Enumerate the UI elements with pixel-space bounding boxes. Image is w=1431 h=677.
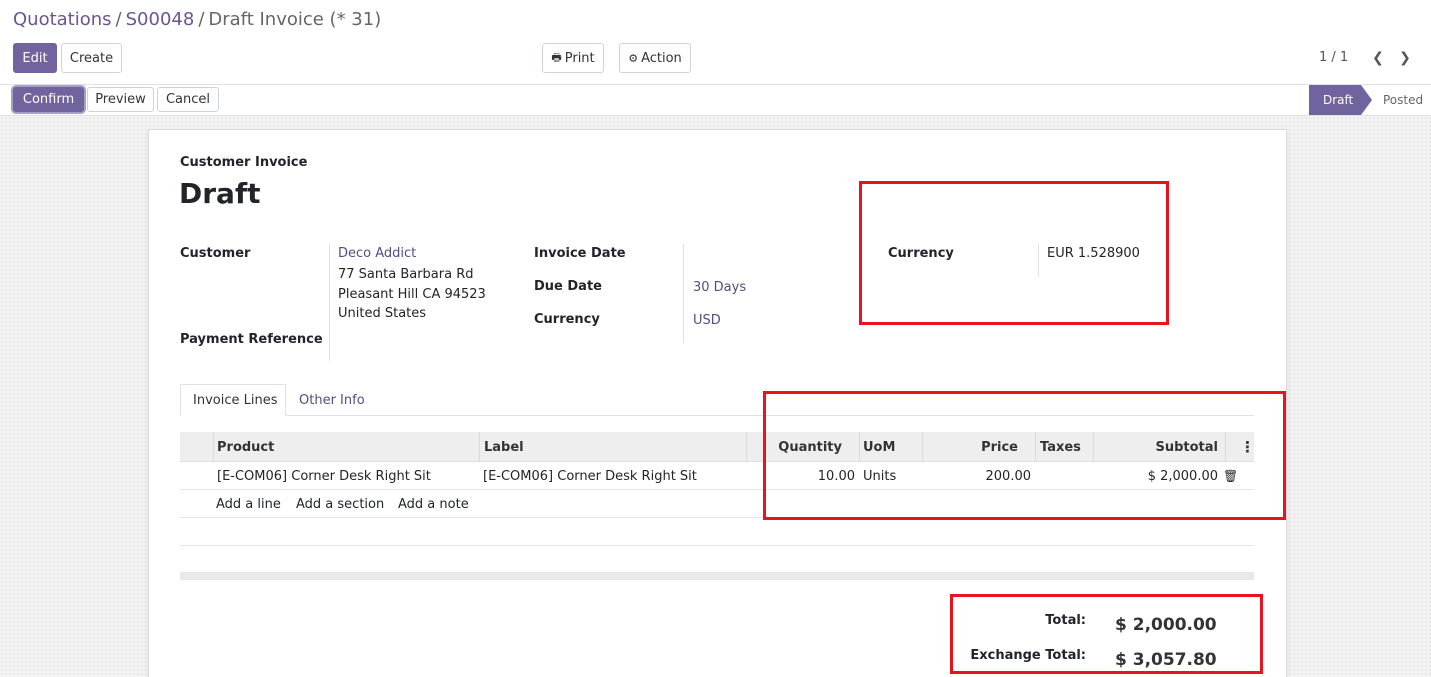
- lines-table-header: Product Label Quantity UoM Price Taxes S…: [180, 432, 1255, 462]
- field-divider: [329, 244, 330, 361]
- preview-button[interactable]: Preview: [87, 87, 154, 112]
- breadcrumb-order[interactable]: S00048: [126, 9, 195, 30]
- add-note-link[interactable]: Add a note: [398, 490, 469, 518]
- pager-next-icon[interactable]: ❯: [1396, 47, 1414, 69]
- rate-currency-value: EUR 1.528900: [1047, 246, 1140, 261]
- line-subtotal: $ 2,000.00: [1147, 468, 1218, 484]
- customer-label: Customer: [180, 246, 251, 261]
- column-separator: [1035, 432, 1036, 462]
- status-bar: Confirm Preview Cancel Draft Posted: [0, 85, 1431, 116]
- pager-previous-icon[interactable]: ❮: [1369, 47, 1387, 69]
- add-section-link[interactable]: Add a section: [296, 490, 384, 518]
- tab-other-info[interactable]: Other Info: [287, 384, 377, 416]
- exchange-total-value: $ 3,057.80: [1115, 650, 1217, 670]
- column-taxes[interactable]: Taxes: [1040, 432, 1081, 462]
- column-separator: [1225, 432, 1226, 462]
- line-price[interactable]: 200.00: [922, 462, 1032, 490]
- total-value: $ 2,000.00: [1115, 615, 1217, 635]
- column-label[interactable]: Label: [484, 432, 524, 462]
- trash-icon[interactable]: 🗑: [1223, 462, 1238, 490]
- due-date-label: Due Date: [534, 279, 602, 294]
- stage-draft[interactable]: Draft: [1309, 85, 1372, 115]
- address-line: United States: [338, 306, 427, 321]
- address-line: 77 Santa Barbara Rd: [338, 267, 474, 282]
- column-separator: [213, 432, 214, 462]
- invoice-date-field[interactable]: [692, 243, 842, 265]
- address-line: Pleasant Hill CA 94523: [338, 287, 486, 302]
- invoice-type: Customer Invoice: [180, 155, 308, 170]
- add-line-link[interactable]: Add a line: [216, 490, 281, 518]
- print-label: Print: [564, 50, 595, 66]
- rate-currency-label: Currency: [888, 246, 954, 261]
- print-button[interactable]: 🖶 Print: [542, 43, 604, 73]
- tab-invoice-lines[interactable]: Invoice Lines: [180, 384, 286, 416]
- total-label: Total:: [1045, 613, 1086, 628]
- column-subtotal[interactable]: Subtotal: [1093, 432, 1218, 462]
- payment-reference-label: Payment Reference: [180, 332, 323, 347]
- stage-posted[interactable]: Posted: [1383, 85, 1423, 115]
- action-button[interactable]: ⚙ Action: [619, 43, 691, 73]
- payment-reference-field[interactable]: [338, 328, 518, 352]
- breadcrumb: Quotations / S00048/Draft Invoice (* 31): [13, 9, 381, 30]
- line-product[interactable]: [E-COM06] Corner Desk Right Sit: [217, 462, 431, 490]
- gear-icon: ⚙: [628, 51, 639, 65]
- create-button[interactable]: Create: [61, 43, 122, 73]
- column-separator: [859, 432, 860, 462]
- edit-button[interactable]: Edit: [13, 43, 57, 73]
- exchange-total-label: Exchange Total:: [970, 648, 1086, 663]
- line-quantity[interactable]: 10.00: [746, 462, 855, 490]
- field-divider: [683, 244, 684, 343]
- confirm-button[interactable]: Confirm: [13, 87, 84, 112]
- line-label[interactable]: [E-COM06] Corner Desk Right Sit: [483, 462, 697, 490]
- line-uom[interactable]: Units: [863, 462, 896, 490]
- due-date-value[interactable]: 30 Days: [693, 280, 746, 295]
- field-divider: [1038, 244, 1039, 277]
- print-icon: 🖶: [551, 50, 562, 64]
- column-quantity[interactable]: Quantity: [746, 432, 842, 462]
- action-label: Action: [641, 50, 682, 66]
- currency-label: Currency: [534, 312, 600, 327]
- breadcrumb-separator: /: [198, 9, 205, 30]
- pager-value[interactable]: 1 / 1: [1319, 50, 1348, 65]
- currency-value[interactable]: USD: [693, 313, 721, 328]
- empty-row: [180, 518, 1254, 546]
- breadcrumb-separator: /: [115, 9, 122, 30]
- column-uom[interactable]: UoM: [863, 432, 895, 462]
- column-separator: [479, 432, 480, 462]
- add-line-row: Add a line Add a section Add a note: [180, 490, 1254, 518]
- invoice-date-label: Invoice Date: [534, 246, 626, 261]
- column-price[interactable]: Price: [922, 432, 1018, 462]
- optional-columns-icon[interactable]: ⋮: [1240, 432, 1255, 462]
- breadcrumb-current: Draft Invoice (* 31): [208, 9, 382, 30]
- control-panel: Quotations / S00048/Draft Invoice (* 31) E…: [0, 0, 1431, 85]
- column-product[interactable]: Product: [217, 432, 274, 462]
- table-row[interactable]: [E-COM06] Corner Desk Right Sit [E-COM06…: [180, 462, 1254, 490]
- breadcrumb-quotations[interactable]: Quotations: [13, 9, 112, 30]
- lines-table-footer: [180, 572, 1254, 580]
- invoice-name: Draft: [179, 177, 261, 210]
- cancel-button[interactable]: Cancel: [157, 87, 219, 112]
- customer-link[interactable]: Deco Addict: [338, 246, 416, 261]
